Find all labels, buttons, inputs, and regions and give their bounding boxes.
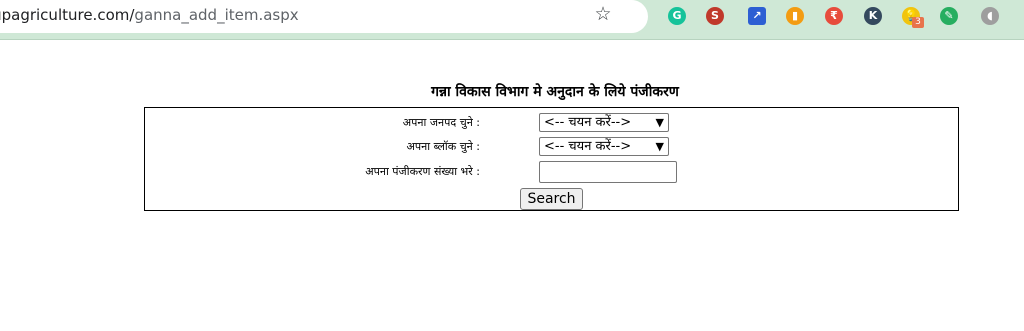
chevron-down-icon: ▼ bbox=[655, 140, 664, 153]
registration-label: अपना पंजीकरण संख्या भरे : bbox=[365, 165, 480, 178]
brush-glyph: ✎ bbox=[944, 9, 954, 22]
page-title: गन्ना विकास विभाग मे अनुदान के लिये पंजी… bbox=[431, 84, 679, 100]
block-select[interactable]: <-- चयन करें--> ▼ bbox=[539, 137, 669, 156]
profile-glyph: ◖ bbox=[987, 9, 993, 22]
analytics-glyph: ↗ bbox=[752, 9, 762, 22]
analytics-icon[interactable]: ↗ bbox=[748, 7, 766, 25]
chevron-down-icon: ▼ bbox=[655, 116, 664, 129]
district-row: अपना जनपद चुने : <-- चयन करें--> ▼ bbox=[145, 111, 958, 133]
search-button[interactable]: Search bbox=[520, 188, 583, 210]
price-tag-icon[interactable]: ₹ bbox=[825, 7, 843, 25]
url-path: ganna_add_item.aspx bbox=[134, 6, 299, 24]
district-select-value: <-- चयन करें--> bbox=[544, 115, 632, 130]
k-glyph: K bbox=[868, 9, 878, 22]
district-label: अपना जनपद चुने : bbox=[402, 116, 480, 129]
k-icon[interactable]: K bbox=[864, 7, 882, 25]
url-text[interactable]: //upagriculture.com/ganna_add_item.aspx bbox=[0, 6, 299, 24]
seo-icon[interactable]: S bbox=[706, 7, 724, 25]
brush-icon[interactable]: ✎ bbox=[940, 7, 958, 25]
url-host: //upagriculture.com/ bbox=[0, 6, 135, 24]
registration-form: अपना जनपद चुने : <-- चयन करें--> ▼ अपना … bbox=[144, 107, 959, 211]
registration-row: अपना पंजीकरण संख्या भरे : bbox=[145, 160, 958, 183]
address-bar[interactable]: //upagriculture.com/ganna_add_item.aspx … bbox=[0, 0, 648, 33]
profile-icon[interactable]: ◖ bbox=[981, 7, 999, 25]
grammarly-icon[interactable]: G bbox=[668, 7, 686, 25]
chart-glyph: ▮ bbox=[791, 9, 799, 22]
block-row: अपना ब्लॉक चुने : <-- चयन करें--> ▼ bbox=[145, 135, 958, 157]
price-tag-glyph: ₹ bbox=[830, 9, 838, 22]
registration-number-input[interactable] bbox=[539, 161, 677, 183]
seo-glyph: S bbox=[711, 9, 719, 22]
grammarly-glyph: G bbox=[672, 9, 682, 22]
block-label: अपना ब्लॉक चुने : bbox=[406, 140, 480, 153]
browser-toolbar: //upagriculture.com/ganna_add_item.aspx … bbox=[0, 0, 1024, 40]
bookmark-star-icon[interactable]: ☆ bbox=[593, 4, 613, 24]
district-select[interactable]: <-- चयन करें--> ▼ bbox=[539, 113, 669, 132]
chart-icon[interactable]: ▮ bbox=[786, 7, 804, 25]
extension-badge: 3 bbox=[912, 17, 924, 28]
block-select-value: <-- चयन करें--> bbox=[544, 139, 632, 154]
